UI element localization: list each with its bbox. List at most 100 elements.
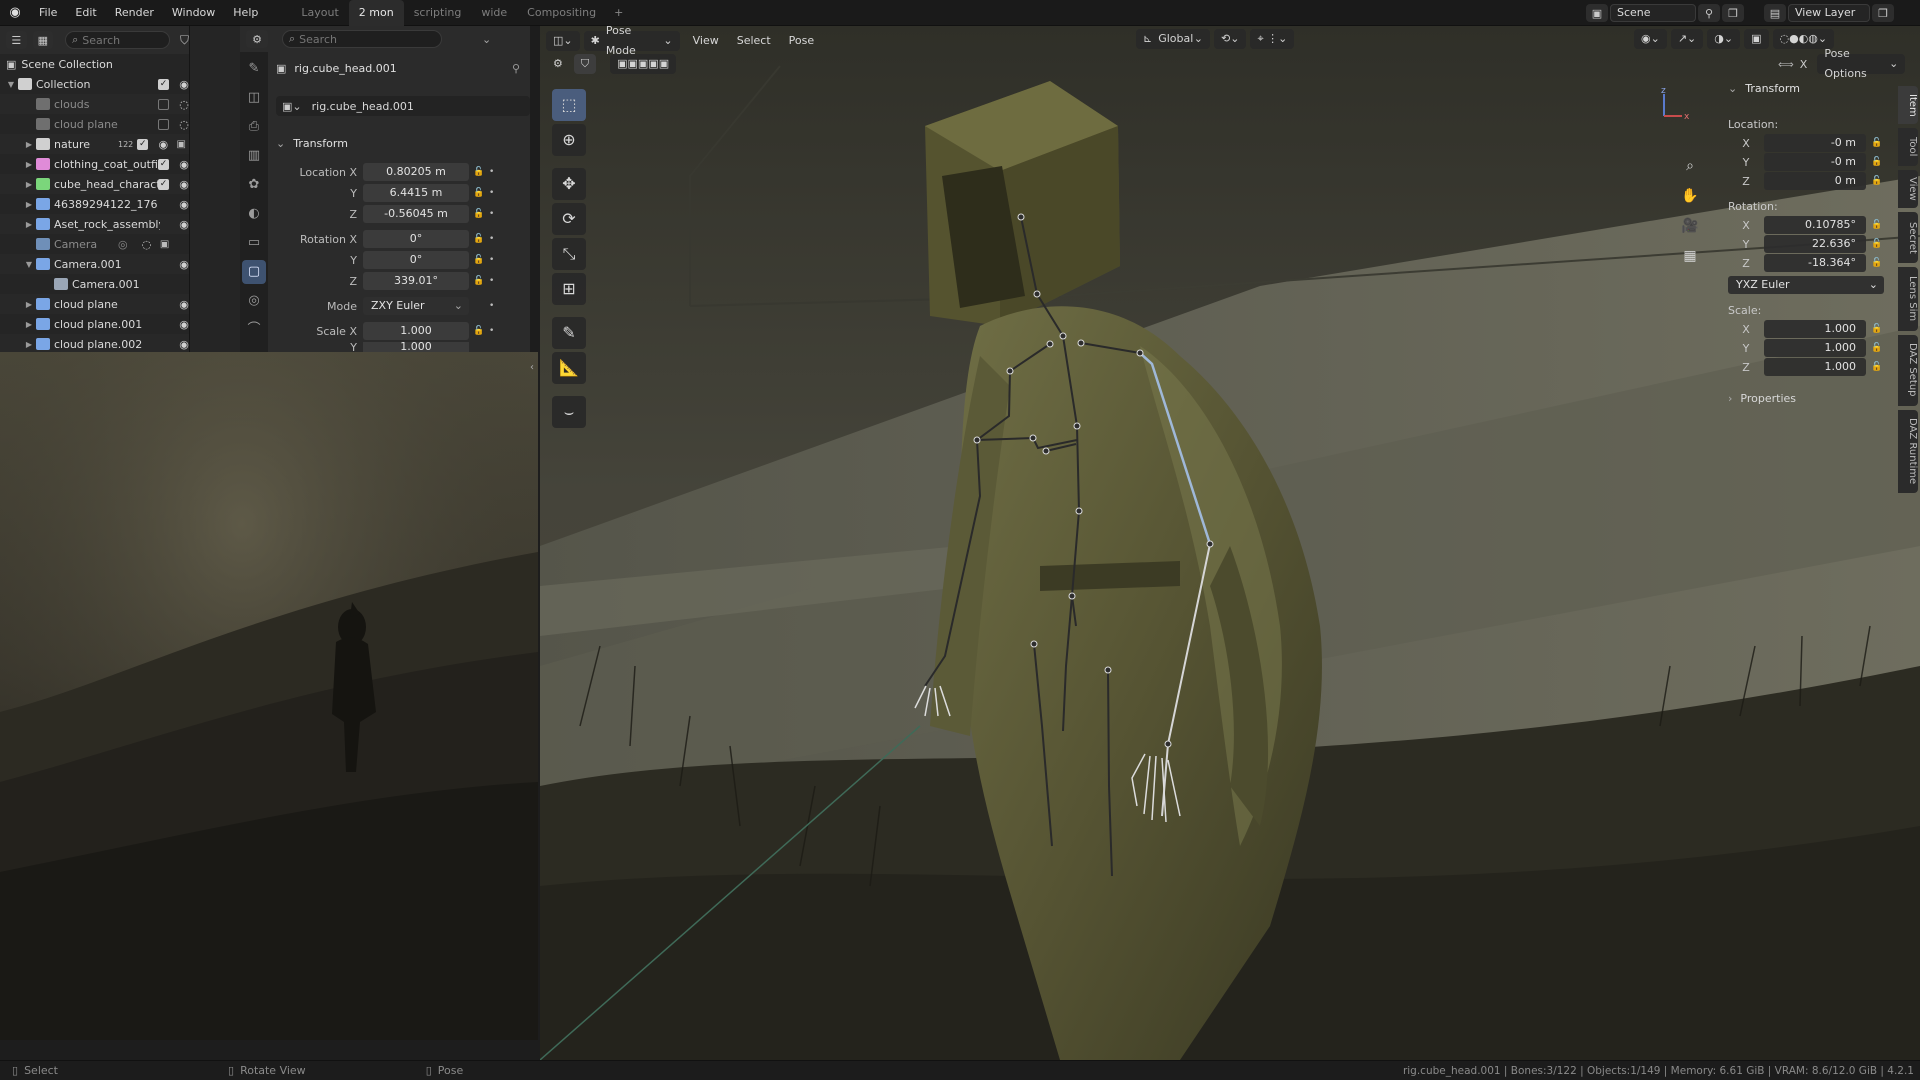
- transform-panel-header[interactable]: ⌄ Transform: [276, 132, 530, 154]
- chevron-right-icon[interactable]: ▶: [24, 300, 34, 309]
- move-tool-icon[interactable]: ✥: [552, 168, 586, 200]
- lock-icon[interactable]: 🔓: [469, 188, 489, 198]
- interaction-mode-select[interactable]: ✱ Pose Mode ⌄: [583, 24, 680, 57]
- keyframe-dot-icon[interactable]: •: [489, 234, 499, 244]
- chevron-down-icon[interactable]: ⌄: [482, 33, 491, 46]
- location-x-field[interactable]: 0.80205 m: [363, 163, 469, 181]
- exclude-checkbox[interactable]: [158, 98, 169, 110]
- npanel-location-x-field[interactable]: -0 m: [1764, 134, 1866, 152]
- blender-logo-icon[interactable]: ◉: [0, 5, 30, 20]
- keyframe-dot-icon[interactable]: •: [489, 188, 499, 198]
- lock-icon[interactable]: 🔓: [1866, 220, 1888, 230]
- tool-tab-icon[interactable]: ✎: [242, 57, 266, 81]
- sidebar-tab-daz-setup[interactable]: DAZ Setup: [1898, 335, 1918, 406]
- output-tab-icon[interactable]: ⎙: [242, 115, 266, 139]
- snap-icon[interactable]: ⌖ ⋮⌄: [1250, 29, 1295, 49]
- viewport-menu-view[interactable]: View: [684, 31, 728, 51]
- lock-icon[interactable]: 🔓: [469, 326, 489, 336]
- lock-icon[interactable]: 🔓: [469, 255, 489, 265]
- chevron-right-icon[interactable]: ▶: [24, 160, 34, 169]
- xray-icon[interactable]: ▣: [1744, 29, 1769, 49]
- npanel-scale-y-field[interactable]: 1.000: [1764, 339, 1866, 357]
- npanel-rotation-z-field[interactable]: -18.364°: [1764, 254, 1866, 272]
- scene-icon[interactable]: ▣: [1586, 4, 1608, 22]
- eye-icon[interactable]: ◉: [154, 138, 172, 151]
- outliner-row[interactable]: ▶463892941​22_176◉▣: [0, 194, 207, 214]
- npanel-transform-header[interactable]: ⌄ Transform: [1728, 82, 1800, 95]
- gizmo-icon[interactable]: ↗⌄: [1670, 29, 1704, 49]
- pose-options-button[interactable]: Pose Options ⌄: [1817, 47, 1906, 80]
- mirror-icon[interactable]: ⟺: [1778, 58, 1794, 71]
- new-scene-icon[interactable]: ❐: [1722, 4, 1744, 22]
- npanel-scale-x-field[interactable]: 1.000: [1764, 320, 1866, 338]
- keyframe-dot-icon[interactable]: •: [489, 326, 499, 336]
- selection-mode-icons[interactable]: ▣▣▣▣▣: [610, 54, 677, 74]
- tool-settings-icon[interactable]: ⚙: [546, 54, 570, 74]
- keyframe-dot-icon[interactable]: •: [489, 167, 499, 177]
- scale-x-field[interactable]: 1.000: [363, 322, 469, 340]
- perspective-grid-icon[interactable]: ▦: [1676, 242, 1704, 270]
- location-y-field[interactable]: 6.4415 m: [363, 184, 469, 202]
- lock-icon[interactable]: 🔓: [1866, 343, 1888, 353]
- workspace-tab-scripting[interactable]: scripting: [404, 0, 472, 26]
- menu-file[interactable]: File: [30, 0, 66, 26]
- collapse-arrow-icon[interactable]: ‹: [530, 362, 540, 376]
- new-view-layer-icon[interactable]: ❐: [1872, 4, 1894, 22]
- chevron-down-icon[interactable]: ▼: [6, 80, 16, 89]
- camera-data-icon[interactable]: ◎: [118, 238, 128, 251]
- measure-tool-icon[interactable]: 📐: [552, 352, 586, 384]
- outliner-row[interactable]: ▼Camera.001◉▣: [0, 254, 207, 274]
- lock-icon[interactable]: 🔓: [1866, 157, 1888, 167]
- pin-icon[interactable]: ⚲: [512, 62, 520, 75]
- 3d-viewport[interactable]: [540, 26, 1920, 1060]
- outliner-row[interactable]: ▶cloud plane.002◉▣: [0, 334, 207, 354]
- outliner-row[interactable]: ▼Collection✓◉▣: [0, 74, 207, 94]
- workspace-tab-2-mon[interactable]: 2 mon: [348, 0, 404, 26]
- npanel-location-y-field[interactable]: -0 m: [1764, 153, 1866, 171]
- lock-icon[interactable]: 🔓: [469, 276, 489, 286]
- sidebar-tab-secret[interactable]: Secret: [1898, 212, 1918, 263]
- editor-type-icon[interactable]: ☰: [6, 31, 27, 49]
- transform-orientation-select[interactable]: ⊾ Global ⌄: [1136, 29, 1210, 49]
- pin-icon[interactable]: ⚲: [1698, 4, 1720, 22]
- rotation-z-field[interactable]: 339.01°: [363, 272, 469, 290]
- scene-collection-row[interactable]: ▣ Scene Collection: [0, 54, 189, 74]
- scene-selector[interactable]: ▣ Scene ⚲ ❐: [1586, 4, 1744, 22]
- render-camera-icon[interactable]: ▣: [156, 239, 174, 250]
- rotate-tool-icon[interactable]: ⟳: [552, 203, 586, 235]
- npanel-rotation-mode-select[interactable]: YXZ Euler ⌄: [1728, 276, 1884, 294]
- outliner-search-input[interactable]: [82, 33, 163, 47]
- world-tab-icon[interactable]: ◐: [242, 202, 266, 226]
- chevron-right-icon[interactable]: ▶: [24, 220, 34, 229]
- filter-icon[interactable]: ⛉: [180, 33, 189, 48]
- lock-icon[interactable]: 🔓: [469, 234, 489, 244]
- properties-search-input[interactable]: [299, 32, 420, 46]
- pan-hand-icon[interactable]: ✋: [1676, 182, 1704, 210]
- chevron-right-icon[interactable]: ▶: [24, 320, 34, 329]
- menu-edit[interactable]: Edit: [66, 0, 105, 26]
- exclude-checkbox[interactable]: [158, 118, 169, 130]
- cursor-tool-icon[interactable]: ⊕: [552, 124, 586, 156]
- chevron-right-icon[interactable]: ▶: [24, 200, 34, 209]
- rotation-mode-select[interactable]: ZXY Euler ⌄: [363, 297, 469, 315]
- display-mode-icon[interactable]: ▦: [32, 31, 54, 49]
- outliner-row[interactable]: Camera.001: [0, 274, 189, 294]
- outliner-row[interactable]: ▶cube_head_character✓◉▣: [0, 174, 207, 194]
- rotation-x-field[interactable]: 0°: [363, 230, 469, 248]
- axis-gizmo[interactable]: z x: [1652, 86, 1692, 126]
- chevron-right-icon[interactable]: ▶: [24, 140, 34, 149]
- sidebar-tab-lens-sim[interactable]: Lens Sim: [1898, 267, 1918, 331]
- view-layer-icon[interactable]: ▤: [1764, 4, 1786, 22]
- view-layer-selector[interactable]: ▤ View Layer ❐: [1764, 4, 1894, 22]
- camera-view-icon[interactable]: 🎥: [1676, 212, 1704, 240]
- npanel-scale-z-field[interactable]: 1.000: [1764, 358, 1866, 376]
- scene-name-field[interactable]: Scene: [1610, 4, 1696, 22]
- outliner-row[interactable]: clouds◌▣: [0, 94, 207, 114]
- lock-icon[interactable]: 🔓: [1866, 324, 1888, 334]
- outliner-row[interactable]: ▶Aset_rock_assembly◉▣: [0, 214, 207, 234]
- constraints-tab-icon[interactable]: ⌒: [242, 318, 266, 342]
- lock-icon[interactable]: 🔓: [469, 209, 489, 219]
- outliner-row[interactable]: ▶clothing_coat_outfit✓◉▣: [0, 154, 207, 174]
- annotate-tool-icon[interactable]: ✎: [552, 317, 586, 349]
- breakdowner-tool-icon[interactable]: ⌣: [552, 396, 586, 428]
